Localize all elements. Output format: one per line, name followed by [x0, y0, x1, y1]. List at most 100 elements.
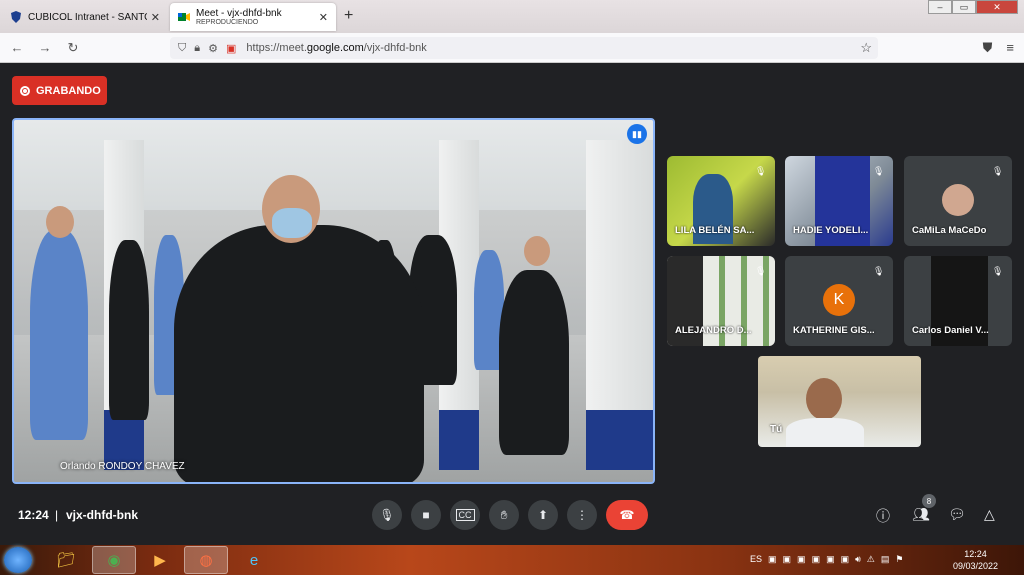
- more-options-button[interactable]: ⋮: [567, 500, 597, 530]
- chrome-icon: ◉: [107, 552, 121, 569]
- meeting-code: vjx-dhfd-bnk: [66, 508, 138, 522]
- mic-muted-icon: 🎙︎: [755, 166, 767, 176]
- taskbar-media-player[interactable]: ▶: [138, 546, 182, 574]
- media-player-icon: ▶: [154, 552, 166, 569]
- main-speaker-name: Orlando RONDOY CHAVEZ: [60, 461, 185, 472]
- language-indicator[interactable]: ES: [750, 554, 762, 565]
- participant-name: CaMiLa MaCeDo: [912, 225, 987, 236]
- participant-tile[interactable]: 🎙︎ HADIE YODELI...: [785, 156, 893, 246]
- participant-name: ALEJANDRO D...: [675, 325, 752, 336]
- end-call-button[interactable]: ☎︎: [606, 500, 648, 530]
- microphone-button[interactable]: 🎙︎: [372, 500, 402, 530]
- raise-hand-button[interactable]: ✋︎: [489, 500, 519, 530]
- tray-date: 09/03/2022: [952, 561, 998, 571]
- mic-muted-icon: 🎙︎: [992, 166, 1004, 176]
- url-bar[interactable]: ⛉ 🔒︎ ⚙ ▣ https://meet.google.com/vjx-dhf…: [170, 37, 878, 59]
- new-tab-button[interactable]: +: [344, 7, 353, 25]
- main-speaker-video[interactable]: ▮▮ Orlando RONDOY CHAVEZ: [12, 118, 655, 484]
- recording-badge[interactable]: GRABANDO: [12, 76, 107, 105]
- bookmark-star-icon[interactable]: ☆: [860, 40, 872, 56]
- maximize-icon[interactable]: ▭: [952, 0, 976, 14]
- tray-app-icon[interactable]: ▣: [768, 554, 777, 565]
- tray-app-icon[interactable]: ▣: [841, 554, 850, 565]
- browser-tab-bar: CUBICOL Intranet - SANTO DOMINGO ✕ Meet …: [0, 0, 1024, 33]
- tab-title: Meet - vjx-dhfd-bnk: [196, 8, 282, 19]
- close-window-icon[interactable]: ✕: [976, 0, 1018, 14]
- tray-app-icon[interactable]: ▣: [826, 554, 835, 565]
- close-tab-icon[interactable]: ✕: [151, 11, 160, 24]
- avatar: K: [823, 284, 855, 316]
- tray-app-icon[interactable]: ▣: [783, 554, 792, 565]
- present-screen-icon: ⬆: [537, 508, 549, 522]
- video-scene: [174, 225, 424, 482]
- camera-icon: ■: [422, 508, 430, 522]
- activities-icon[interactable]: △: [984, 506, 995, 523]
- warning-icon[interactable]: ⚠: [867, 554, 875, 565]
- camera-button[interactable]: ■: [411, 500, 441, 530]
- video-scene: [586, 140, 653, 470]
- permissions-icon[interactable]: ⚙: [208, 42, 218, 55]
- participant-tile[interactable]: 🎙︎ Carlos Daniel V...: [904, 256, 1012, 346]
- video-scene: [786, 418, 864, 447]
- pocket-icon[interactable]: ⛊: [983, 40, 993, 56]
- flag-icon[interactable]: ⚑: [895, 554, 903, 565]
- self-label: Tú: [770, 424, 783, 435]
- speaking-indicator-icon: ▮▮: [627, 124, 647, 144]
- network-icon[interactable]: ▤: [881, 554, 890, 565]
- info-icon[interactable]: ⓘ: [876, 506, 890, 526]
- start-button[interactable]: [4, 547, 32, 573]
- tracking-shield-icon[interactable]: ⛉: [178, 42, 186, 55]
- tab-audio-status: REPRODUCIENDO: [196, 19, 259, 26]
- self-view-tile[interactable]: Tú: [758, 356, 921, 447]
- lock-icon[interactable]: 🔒︎: [194, 42, 200, 55]
- hand-icon: ✋︎: [500, 507, 508, 522]
- video-scene: [499, 270, 569, 455]
- ie-icon: e: [249, 551, 259, 569]
- system-tray: ES ▣ ▣ ▣ ▣ ▣ ▣ 🔊︎ ⚠ ▤ ⚑: [750, 554, 903, 565]
- video-scene: [272, 208, 312, 238]
- reload-icon[interactable]: ↻: [62, 40, 84, 56]
- meet-icon: [178, 13, 190, 21]
- hang-up-icon: ☎︎: [619, 508, 635, 522]
- tab-title: CUBICOL Intranet - SANTO DOMINGO: [28, 11, 147, 23]
- back-icon[interactable]: ←: [6, 40, 28, 55]
- video-scene: [30, 230, 88, 440]
- window-controls: – ▭ ✕: [928, 0, 1018, 14]
- taskbar-explorer[interactable]: 📁︎: [44, 546, 88, 574]
- url-text: https://meet.google.com/vjx-dhfd-bnk: [246, 42, 427, 54]
- record-icon: [20, 85, 30, 96]
- folder-icon: 📁︎: [56, 552, 76, 569]
- tray-app-icon[interactable]: ▣: [797, 554, 806, 565]
- tray-app-icon[interactable]: ▣: [812, 554, 821, 565]
- people-icon[interactable]: 👥︎: [912, 506, 930, 523]
- menu-icon[interactable]: ≡: [1006, 40, 1014, 56]
- participant-tile[interactable]: 🎙︎ LILA BELÉN SA...: [667, 156, 775, 246]
- camera-sharing-icon[interactable]: ▣: [226, 42, 236, 55]
- forward-icon[interactable]: →: [34, 40, 56, 55]
- close-tab-icon[interactable]: ✕: [319, 11, 328, 24]
- minimize-icon[interactable]: –: [928, 0, 952, 14]
- tab-cubicol[interactable]: CUBICOL Intranet - SANTO DOMINGO ✕: [2, 3, 168, 31]
- video-scene: [806, 378, 842, 420]
- chat-icon[interactable]: 💬︎: [948, 506, 966, 523]
- mic-muted-icon: 🎙︎: [873, 266, 885, 276]
- firefox-icon: ◍: [199, 552, 213, 569]
- microphone-icon: 🎙︎: [379, 508, 395, 522]
- participant-tile[interactable]: 🎙︎ ALEJANDRO D...: [667, 256, 775, 346]
- taskbar-ie[interactable]: e: [232, 546, 276, 574]
- participant-tile[interactable]: 🎙︎ CaMiLa MaCeDo: [904, 156, 1012, 246]
- participant-tile[interactable]: K 🎙︎ KATHERINE GIS...: [785, 256, 893, 346]
- captions-icon: CC: [455, 509, 475, 521]
- taskbar-chrome[interactable]: ◉: [92, 546, 136, 574]
- mic-muted-icon: 🎙︎: [873, 166, 885, 176]
- participant-name: HADIE YODELI...: [793, 225, 869, 236]
- volume-icon[interactable]: 🔊︎: [855, 554, 861, 565]
- present-button[interactable]: ⬆: [528, 500, 558, 530]
- taskbar-firefox[interactable]: ◍: [184, 546, 228, 574]
- captions-button[interactable]: CC: [450, 500, 480, 530]
- separator: |: [55, 508, 59, 522]
- tray-clock[interactable]: 12:24 09/03/2022: [953, 548, 998, 572]
- participant-name: Carlos Daniel V...: [912, 325, 989, 336]
- tray-time: 12:24: [964, 549, 987, 559]
- tab-meet[interactable]: Meet - vjx-dhfd-bnk REPRODUCIENDO ✕: [170, 3, 336, 31]
